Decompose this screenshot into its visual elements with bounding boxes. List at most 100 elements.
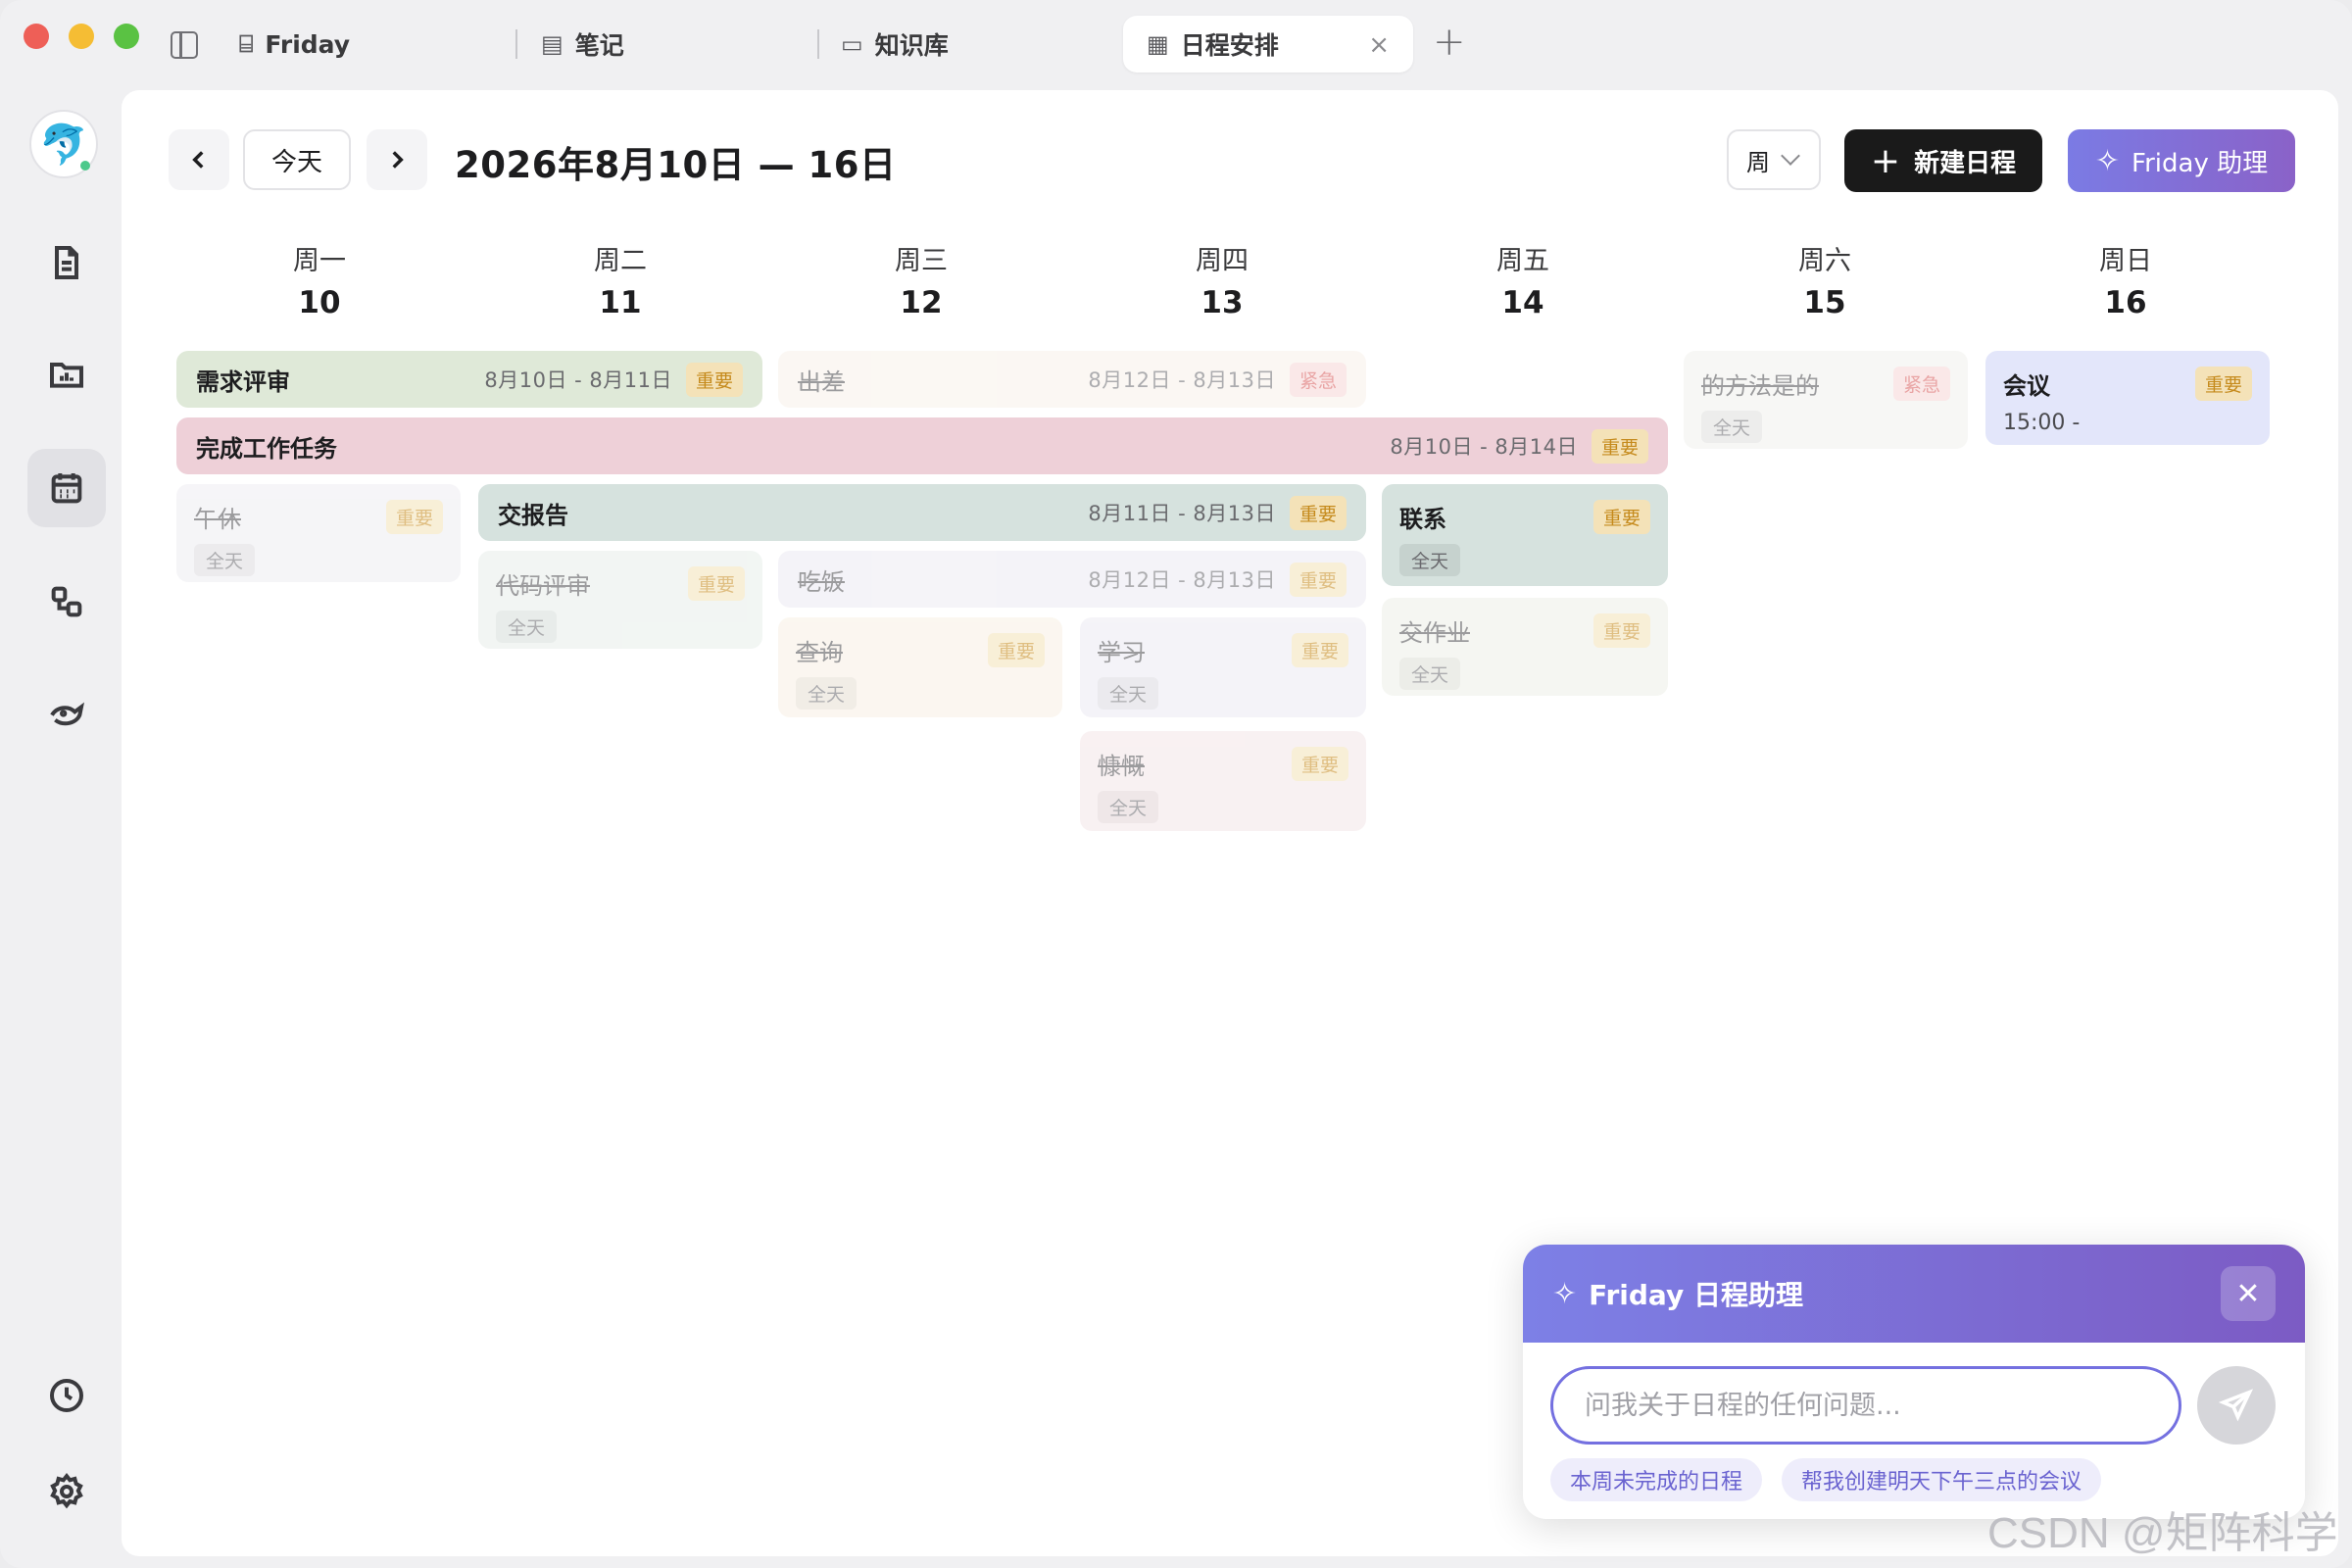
rail-calendar-button[interactable] [27, 449, 106, 527]
whale-icon [50, 702, 84, 726]
day-header: 周三 12 [843, 239, 1000, 320]
priority-badge: 重要 [385, 500, 443, 534]
calendar-icon [51, 473, 82, 504]
previous-week-button[interactable] [169, 129, 229, 190]
event-card[interactable]: 学习 重要 全天 [1080, 617, 1366, 717]
close-icon[interactable]: × [1368, 30, 1390, 60]
add-tab-button[interactable]: + [1433, 20, 1466, 65]
event-card[interactable]: 午休 重要 全天 [176, 484, 461, 582]
day-number: 14 [1501, 285, 1544, 320]
event-title: 的方法是的 [1701, 372, 1819, 400]
new-event-button[interactable]: + 新建日程 [1844, 129, 2042, 192]
sparkle-icon: ✧ [1552, 1276, 1578, 1311]
priority-badge: 重要 [1289, 495, 1347, 530]
document-icon [55, 246, 78, 279]
priority-badge: 重要 [2194, 367, 2252, 401]
event-card[interactable]: 交作业 重要 全天 [1382, 598, 1668, 696]
send-button[interactable] [2197, 1366, 2276, 1445]
event-title: 联系 [1399, 506, 1446, 533]
event-dates: 8月11日 - 8月13日 [1088, 502, 1276, 525]
sidebar-toggle-icon[interactable] [171, 31, 198, 59]
robot-icon: ⌸ [239, 30, 254, 58]
tab-knowledge-base[interactable]: ▭ 知识库 [841, 16, 949, 73]
priority-badge: 重要 [685, 362, 743, 397]
event-card[interactable]: 慷慨 重要 全天 [1080, 731, 1366, 831]
tab-friday[interactable]: ⌸ Friday [239, 16, 350, 73]
priority-badge: 重要 [1591, 428, 1648, 464]
document-icon: ▤ [541, 30, 564, 58]
event-bar[interactable]: 吃饭 8月12日 - 8月13日 重要 [778, 551, 1366, 608]
day-header: 周二 11 [542, 239, 699, 320]
event-bar[interactable]: 出差 8月12日 - 8月13日 紧急 [778, 351, 1366, 408]
assistant-title: ✧ Friday 日程助理 [1552, 1274, 1803, 1313]
event-bar[interactable]: 交报告 8月11日 - 8月13日 重要 [478, 484, 1366, 541]
maximize-window-button[interactable] [114, 24, 139, 49]
assistant-button-label: Friday 助理 [2132, 148, 2269, 178]
view-select[interactable]: 周 [1727, 129, 1821, 190]
app-window: ⌸ Friday ▤ 笔记 ▭ 知识库 ▦ 日程安排 × + 🐬 今天 2026… [0, 0, 2352, 1568]
tab-schedule[interactable]: ▦ 日程安排 × [1123, 16, 1413, 73]
rail-whale-button[interactable] [27, 674, 106, 753]
event-title: 出差 [798, 368, 845, 396]
suggestion-chip[interactable]: 本周未完成的日程 [1550, 1458, 1763, 1501]
close-icon: ✕ [2235, 1276, 2261, 1311]
priority-badge: 重要 [987, 633, 1045, 667]
tab-divider [817, 29, 819, 59]
calendar-icon: ▦ [1147, 30, 1169, 58]
tab-label: 日程安排 [1180, 31, 1279, 60]
event-bar[interactable]: 完成工作任务 8月10日 - 8月14日 重要 [176, 417, 1668, 474]
day-number: 13 [1200, 285, 1244, 320]
rail-notes-button[interactable] [27, 223, 106, 302]
day-name: 周五 [1496, 246, 1549, 276]
event-title: 完成工作任务 [196, 434, 337, 463]
event-title: 吃饭 [798, 567, 845, 596]
tab-notes[interactable]: ▤ 笔记 [541, 16, 624, 73]
view-select-value: 周 [1746, 148, 1770, 176]
event-title: 查询 [796, 639, 843, 666]
day-number: 11 [599, 285, 642, 320]
day-number: 12 [900, 285, 943, 320]
day-name: 周日 [2099, 246, 2152, 276]
all-day-tag: 全天 [194, 544, 255, 576]
next-week-button[interactable] [367, 129, 427, 190]
event-dates: 8月10日 - 8月11日 [484, 368, 672, 392]
rail-history-button[interactable] [27, 1356, 106, 1435]
priority-badge: 重要 [1592, 500, 1650, 534]
plus-icon: + [1870, 140, 1901, 181]
minimize-window-button[interactable] [69, 24, 94, 49]
today-button[interactable]: 今天 [243, 129, 351, 190]
clock-icon [50, 1379, 83, 1412]
day-number: 10 [298, 285, 341, 320]
event-bar[interactable]: 需求评审 8月10日 - 8月11日 重要 [176, 351, 762, 408]
day-header: 周一 10 [241, 239, 398, 320]
event-title: 需求评审 [196, 368, 290, 396]
tab-label: 笔记 [574, 31, 624, 60]
close-assistant-button[interactable]: ✕ [2221, 1266, 2276, 1321]
day-number: 16 [2104, 285, 2147, 320]
rail-settings-button[interactable] [27, 1452, 106, 1531]
left-rail: 🐬 [0, 90, 122, 1568]
event-card[interactable]: 的方法是的 紧急 全天 [1684, 351, 1968, 449]
rail-knowledge-button[interactable] [27, 335, 106, 414]
tab-divider [515, 29, 517, 59]
day-header: 周四 13 [1144, 239, 1300, 320]
all-day-tag: 全天 [1098, 677, 1158, 710]
avatar[interactable]: 🐬 [29, 110, 98, 178]
event-card[interactable]: 会议 重要 15:00 - [1985, 351, 2270, 445]
close-window-button[interactable] [24, 24, 49, 49]
priority-badge: 重要 [1291, 747, 1348, 781]
chevron-left-icon [192, 151, 204, 169]
suggestion-chip[interactable]: 帮我创建明天下午三点的会议 [1782, 1458, 2102, 1501]
assistant-header: ✧ Friday 日程助理 ✕ [1523, 1245, 2305, 1343]
priority-badge: 重要 [1592, 613, 1650, 648]
rail-workflow-button[interactable] [27, 563, 106, 641]
friday-assistant-button[interactable]: ✧ Friday 助理 [2068, 129, 2295, 192]
event-card[interactable]: 联系 重要 全天 [1382, 484, 1668, 586]
chevron-down-icon [1781, 146, 1800, 166]
chevron-right-icon [392, 151, 404, 169]
event-card[interactable]: 查询 重要 全天 [778, 617, 1062, 717]
event-card[interactable]: 代码评审 重要 全天 [478, 551, 762, 649]
online-status-dot [80, 161, 90, 171]
assistant-question-input[interactable] [1550, 1366, 2181, 1445]
all-day-tag: 全天 [1399, 658, 1460, 690]
